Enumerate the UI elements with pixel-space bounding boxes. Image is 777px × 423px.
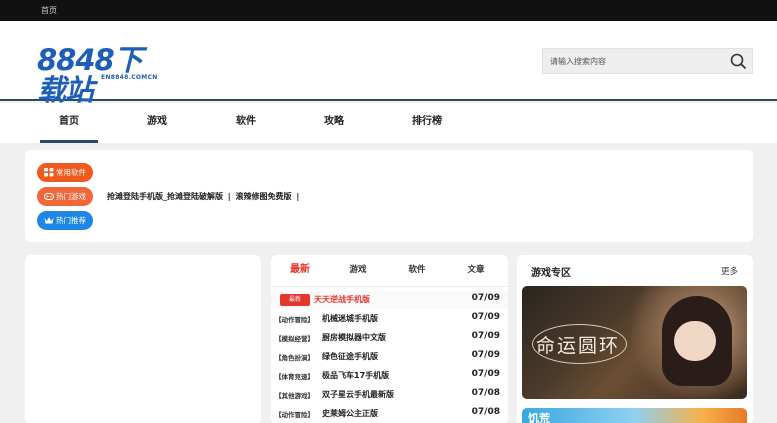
pill-label: 热门游戏 xyxy=(56,192,86,201)
nav-item-home[interactable]: 首页 xyxy=(40,103,98,143)
search-box xyxy=(542,48,753,74)
latest-tabs: 最新 游戏 软件 文章 xyxy=(271,255,508,287)
nav-item-games[interactable]: 游戏 xyxy=(128,103,186,143)
list-item[interactable]: 【角色扮演】 绿色征途手机版 07/09 xyxy=(271,348,508,367)
tab-latest[interactable]: 最新 xyxy=(280,255,320,287)
new-badge: 最新 xyxy=(280,294,310,306)
top-home-link[interactable]: 首页 xyxy=(41,5,57,16)
game-banner[interactable]: 命运圆环 xyxy=(522,286,747,399)
game-zone-panel: 游戏专区 更多 命运圆环 饥荒 xyxy=(517,255,753,423)
hot-link[interactable]: 滚辣修图免费版 xyxy=(236,192,292,201)
nav-item-guides[interactable]: 攻略 xyxy=(305,103,363,143)
banner2-title: 饥荒 xyxy=(528,412,550,423)
more-link[interactable]: 更多 xyxy=(721,265,738,277)
list-item[interactable]: 【体育竞速】 极品飞车17手机版 07/09 xyxy=(271,367,508,386)
quick-links-panel: 常用软件 热门游戏 热门推荐 抢滩登陆手机版_抢滩登陆破解版 | 滚辣修图免费版… xyxy=(25,150,753,242)
item-name[interactable]: 史莱姆公主正版 xyxy=(322,408,378,419)
item-category: 【角色扮演】 xyxy=(275,354,314,362)
item-category: 【模拟经营】 xyxy=(275,335,314,343)
banner-title: 命运圆环 xyxy=(536,335,621,357)
tab-articles[interactable]: 文章 xyxy=(456,255,496,287)
list-item[interactable]: 【模拟经营】 厨房模拟器中文版 07/09 xyxy=(271,329,508,348)
nav-item-software[interactable]: 软件 xyxy=(217,103,275,143)
item-date: 07/09 xyxy=(471,293,500,303)
link-divider: | xyxy=(296,192,300,201)
latest-panel: 最新 游戏 软件 文章 最新 天天逆战手机版 07/09 【动作冒险】 机械迷城… xyxy=(271,255,508,423)
search-button[interactable] xyxy=(724,49,752,73)
list-item[interactable]: 最新 天天逆战手机版 07/09 xyxy=(271,291,508,310)
search-icon xyxy=(730,53,746,69)
main-nav: 首页 游戏 软件 攻略 排行榜 xyxy=(0,103,777,143)
site-logo[interactable]: 8848下载站 EN8848.COMCN xyxy=(37,45,158,105)
item-name[interactable]: 机械迷城手机版 xyxy=(322,313,378,324)
nav-item-rankings[interactable]: 排行榜 xyxy=(398,103,456,143)
list-item[interactable]: 【动作冒险】 史莱姆公主正版 07/08 xyxy=(271,405,508,423)
tab-games[interactable]: 游戏 xyxy=(338,255,378,287)
hot-links: 抢滩登陆手机版_抢滩登陆破解版 | 滚辣修图免费版 | xyxy=(107,191,301,202)
left-panel xyxy=(25,255,261,423)
item-date: 07/09 xyxy=(471,331,500,341)
zone-title: 游戏专区 xyxy=(531,268,571,279)
item-category: 【其他游戏】 xyxy=(275,392,314,400)
item-category: 【动作冒险】 xyxy=(275,411,314,419)
list-item[interactable]: 【动作冒险】 机械迷城手机版 07/09 xyxy=(271,310,508,329)
item-date: 07/08 xyxy=(471,407,500,417)
item-date: 07/09 xyxy=(471,312,500,322)
site-header: 8848下载站 EN8848.COMCN xyxy=(0,21,777,105)
hot-link[interactable]: 抢滩登陆手机版_抢滩登陆破解版 xyxy=(107,192,223,201)
list-item[interactable]: 【其他游戏】 双子星云手机最新版 07/08 xyxy=(271,386,508,405)
item-name[interactable]: 双子星云手机最新版 xyxy=(322,389,394,400)
crown-icon xyxy=(44,217,54,224)
banner-character-face xyxy=(674,321,716,361)
item-name[interactable]: 绿色征途手机版 xyxy=(322,351,378,362)
game-banner-2[interactable]: 饥荒 xyxy=(522,408,747,423)
item-date: 07/09 xyxy=(471,369,500,379)
pill-hot-games[interactable]: 热门游戏 xyxy=(37,187,93,206)
tab-software[interactable]: 软件 xyxy=(397,255,437,287)
grid-icon xyxy=(44,168,54,177)
item-category: 【动作冒险】 xyxy=(275,316,314,324)
item-name[interactable]: 天天逆战手机版 xyxy=(314,294,370,305)
pill-label: 常用软件 xyxy=(56,168,86,177)
pill-label: 热门推荐 xyxy=(56,216,86,225)
link-divider: | xyxy=(227,192,231,201)
gamepad-icon xyxy=(44,193,54,200)
item-name[interactable]: 厨房模拟器中文版 xyxy=(322,332,386,343)
item-date: 07/08 xyxy=(471,388,500,398)
item-date: 07/09 xyxy=(471,350,500,360)
pill-hot-recommend[interactable]: 热门推荐 xyxy=(37,211,93,230)
item-name[interactable]: 极品飞车17手机版 xyxy=(322,370,389,381)
item-category: 【体育竞速】 xyxy=(275,373,314,381)
top-bar: 首页 xyxy=(0,0,777,21)
pill-common-software[interactable]: 常用软件 xyxy=(37,163,93,182)
logo-sub-text: EN8848.COMCN xyxy=(101,74,158,81)
search-input[interactable] xyxy=(543,49,723,73)
